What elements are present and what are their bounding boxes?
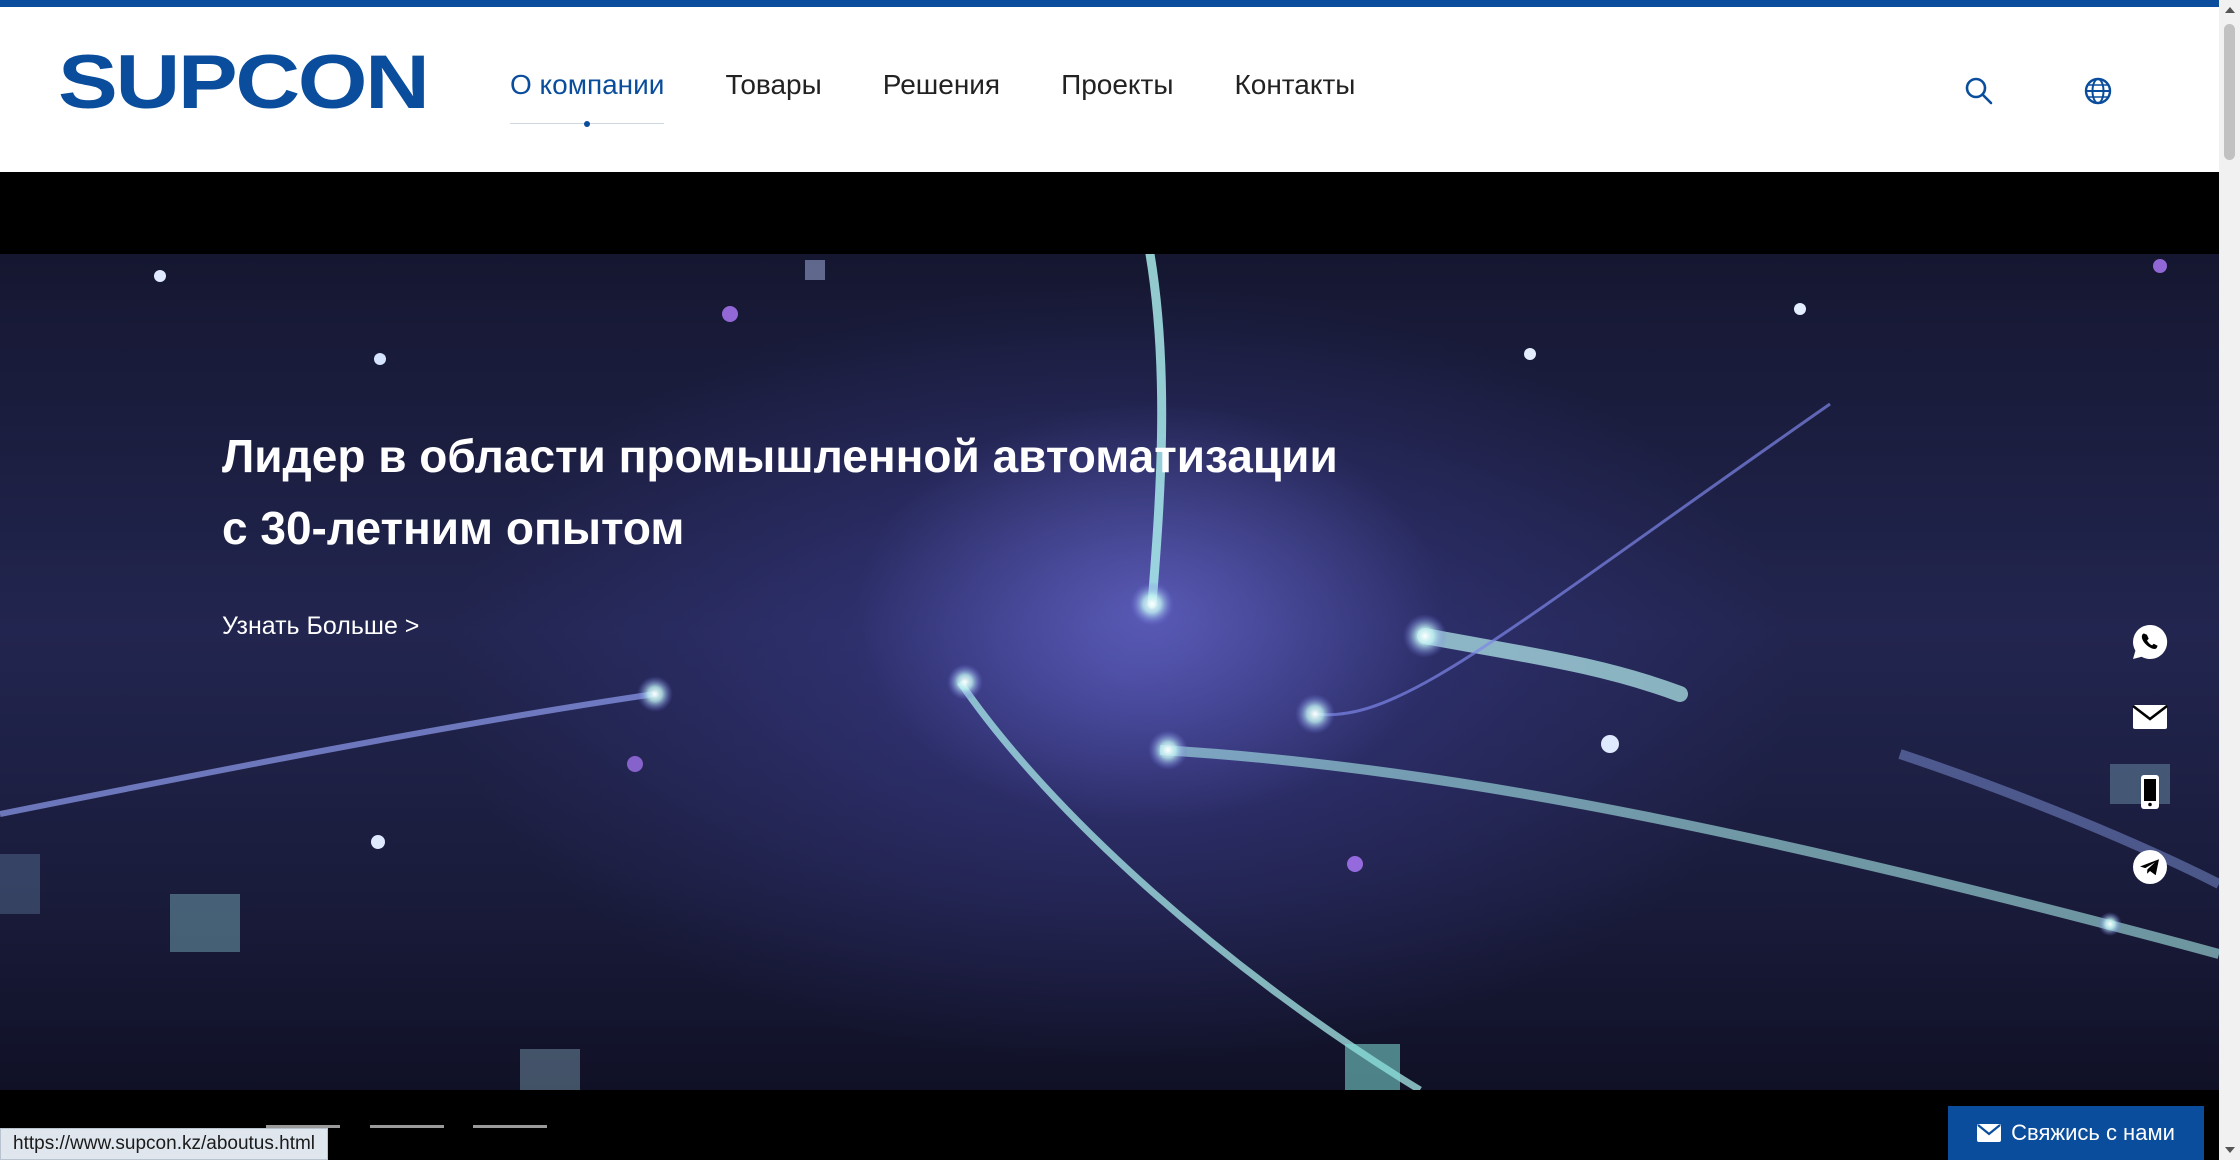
nav-item-projects[interactable]: Проекты bbox=[1061, 69, 1173, 124]
nav-item-label: Решения bbox=[882, 69, 1001, 100]
scrollbar-thumb[interactable] bbox=[2224, 24, 2235, 160]
main-nav: О компании Товары Решения Проекты Контак… bbox=[510, 69, 1416, 127]
supcon-logo[interactable]: SUPCON bbox=[58, 45, 430, 121]
status-bar-url: https://www.supcon.kz/aboutus.html bbox=[0, 1128, 329, 1160]
phone-icon[interactable] bbox=[2112, 754, 2188, 829]
slider-dot-2[interactable] bbox=[370, 1125, 444, 1128]
contact-us-label: Свяжись с нами bbox=[2011, 1120, 2175, 1145]
hero-title-line2: с 30-летним опытом bbox=[222, 502, 685, 554]
nav-item-label: О компании bbox=[510, 69, 665, 100]
nav-item-products[interactable]: Товары bbox=[725, 69, 821, 124]
hero-banner: Лидер в области промышленной автоматизац… bbox=[0, 172, 2219, 1160]
nav-item-label: Контакты bbox=[1234, 69, 1356, 100]
nav-item-label: Товары bbox=[725, 69, 822, 100]
search-icon[interactable] bbox=[1963, 75, 1995, 107]
envelope-icon bbox=[1977, 1124, 2002, 1142]
scroll-up-arrow-icon[interactable] bbox=[2219, 0, 2240, 20]
globe-icon[interactable] bbox=[2082, 75, 2114, 107]
mail-icon[interactable] bbox=[2112, 679, 2188, 754]
side-contact-bar bbox=[2112, 604, 2188, 904]
nav-item-contacts[interactable]: Контакты bbox=[1234, 69, 1355, 124]
nav-item-label: Проекты bbox=[1061, 69, 1174, 100]
nav-item-about[interactable]: О компании bbox=[510, 69, 665, 127]
scroll-down-arrow-icon[interactable] bbox=[2219, 1140, 2240, 1160]
hero-background-image bbox=[0, 254, 2219, 1090]
top-accent-line bbox=[0, 0, 2219, 7]
learn-more-link[interactable]: Узнать Больше > bbox=[222, 612, 419, 641]
site-header: SUPCON О компании Товары Решения Проекты… bbox=[0, 7, 2219, 172]
hero-title: Лидер в области промышленной автоматизац… bbox=[222, 420, 1422, 564]
contact-us-button[interactable]: Свяжись с нами bbox=[1948, 1106, 2204, 1160]
hero-title-line1: Лидер в области промышленной автоматизац… bbox=[222, 430, 1338, 482]
whatsapp-icon[interactable] bbox=[2112, 604, 2188, 679]
vertical-scrollbar[interactable] bbox=[2219, 0, 2240, 1160]
telegram-icon[interactable] bbox=[2112, 829, 2188, 904]
active-indicator-dot bbox=[584, 121, 591, 127]
nav-item-solutions[interactable]: Решения bbox=[883, 69, 1000, 124]
slider-dot-3[interactable] bbox=[473, 1125, 547, 1128]
